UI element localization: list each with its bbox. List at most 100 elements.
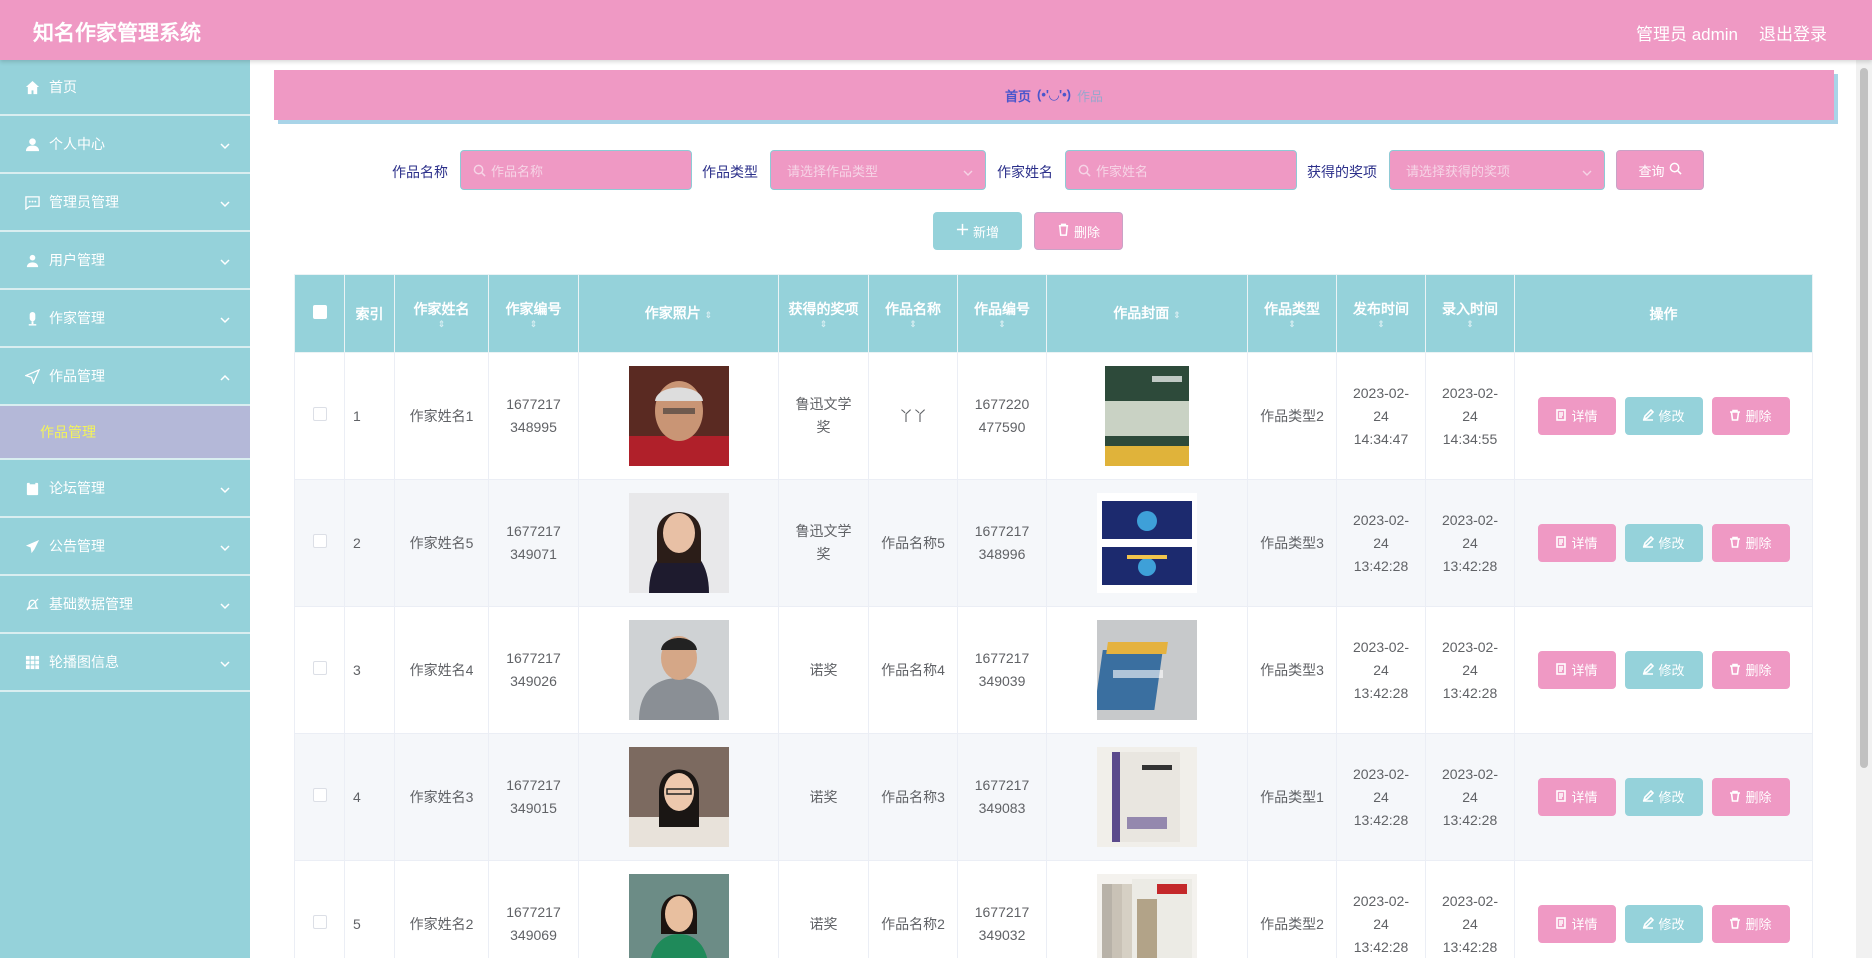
delete-button[interactable]: 删除: [1711, 524, 1790, 562]
select-all-cell[interactable]: [294, 274, 345, 353]
award-select[interactable]: 请选择获得的奖项: [1389, 150, 1605, 190]
sort-icon[interactable]: ⇕: [779, 320, 868, 329]
author-photo: [628, 366, 729, 466]
breadcrumb-home[interactable]: 首页: [1005, 86, 1031, 105]
row-checkbox[interactable]: [312, 406, 327, 421]
row-select-cell[interactable]: [294, 606, 345, 734]
query-button[interactable]: 查询: [1616, 150, 1704, 190]
sidebar-item-works-management[interactable]: 作品管理: [0, 348, 250, 406]
edit-button-label: 修改: [1658, 789, 1685, 805]
scrollbar-thumb[interactable]: [1860, 68, 1868, 768]
column-header[interactable]: 作家姓名 ⇕: [394, 274, 489, 353]
sidebar-item-forum-management[interactable]: 论坛管理: [0, 460, 250, 518]
author-photo: [628, 493, 729, 593]
work-cover: [1097, 620, 1197, 720]
sort-icon[interactable]: ⇕: [1426, 320, 1514, 329]
row-select-cell[interactable]: [294, 479, 345, 607]
pencil-icon: [1642, 659, 1658, 682]
award-label: 获得的奖项: [1307, 164, 1377, 180]
trash-icon: [1729, 786, 1745, 809]
sidebar-item-personal-center[interactable]: 个人中心: [0, 116, 250, 174]
column-header[interactable]: 作品封面 ⇕: [1046, 274, 1248, 353]
logout-link[interactable]: 退出登录: [1759, 20, 1827, 45]
sidebar-item-home[interactable]: 首页: [0, 60, 250, 116]
work-name-input[interactable]: 作品名称: [460, 150, 692, 190]
column-header: 索引: [344, 274, 395, 353]
sidebar-item-author-management[interactable]: 作家管理: [0, 290, 250, 348]
work-name-cell: 作品名称2: [868, 860, 958, 958]
vertical-scrollbar[interactable]: [1856, 60, 1872, 958]
column-header[interactable]: 发布时间 ⇕: [1336, 274, 1426, 353]
detail-button[interactable]: 详情: [1537, 905, 1616, 943]
breadcrumb-separator: (•'◡'•): [1037, 87, 1071, 102]
delete-button[interactable]: 删除: [1711, 651, 1790, 689]
sidebar: 首页 个人中心 管理员管理 用户管理 作家管理 作品管理 作品管理 论坛管理 公…: [0, 60, 250, 958]
sidebar-item-announcement-management[interactable]: 公告管理: [0, 518, 250, 576]
column-header[interactable]: 作品名称 ⇕: [868, 274, 958, 353]
add-button[interactable]: 新增: [933, 212, 1022, 250]
sort-icon[interactable]: ⇕: [1337, 320, 1425, 329]
column-header[interactable]: 作品类型 ⇕: [1247, 274, 1337, 353]
edit-button[interactable]: 修改: [1624, 651, 1703, 689]
top-header: 知名作家管理系统 管理员 admin 退出登录: [0, 0, 1872, 60]
chevron-down-icon: [1582, 166, 1592, 176]
edit-button[interactable]: 修改: [1624, 524, 1703, 562]
column-header[interactable]: 作品编号 ⇕: [957, 274, 1047, 353]
detail-button[interactable]: 详情: [1537, 524, 1616, 562]
delete-button[interactable]: 删除: [1711, 778, 1790, 816]
column-header[interactable]: 获得的奖项 ⇕: [778, 274, 869, 353]
author-photo: [628, 747, 729, 847]
work-type-cell: 作品类型2: [1247, 352, 1337, 480]
sort-icon[interactable]: ⇕: [705, 310, 713, 320]
batch-delete-button[interactable]: 删除: [1034, 212, 1123, 250]
row-select-cell[interactable]: [294, 860, 345, 958]
publish-time-cell: 2023-02-24 13:42:28: [1336, 733, 1426, 861]
author-id-cell: 1677217349026: [488, 606, 579, 734]
row-checkbox[interactable]: [312, 533, 327, 548]
sidebar-item-carousel-info[interactable]: 轮播图信息: [0, 634, 250, 692]
edit-button[interactable]: 修改: [1624, 397, 1703, 435]
detail-button[interactable]: 详情: [1537, 778, 1616, 816]
sort-icon[interactable]: ⇕: [489, 320, 578, 329]
column-header[interactable]: 作家照片 ⇕: [578, 274, 779, 353]
sidebar-item-user-management[interactable]: 用户管理: [0, 232, 250, 290]
table-row: 5 作家姓名2 1677217349069 诺奖 作品名称2 1677217349032 作…: [294, 860, 1813, 958]
work-name-cell: 作品名称5: [868, 479, 958, 607]
sidebar-item-admin-management[interactable]: 管理员管理: [0, 174, 250, 232]
row-checkbox[interactable]: [312, 660, 327, 675]
author-id-cell: 1677217349071: [488, 479, 579, 607]
sidebar-item-label: 公告管理: [49, 538, 105, 554]
sort-icon[interactable]: ⇕: [1248, 320, 1336, 329]
sort-icon[interactable]: ⇕: [395, 320, 488, 329]
row-checkbox[interactable]: [312, 787, 327, 802]
column-header[interactable]: 作家编号 ⇕: [488, 274, 579, 353]
delete-button[interactable]: 删除: [1711, 397, 1790, 435]
row-select-cell[interactable]: [294, 352, 345, 480]
detail-button-label: 详情: [1571, 535, 1598, 551]
entry-time-cell: 2023-02-24 13:42:28: [1425, 606, 1515, 734]
sort-icon[interactable]: ⇕: [958, 320, 1046, 329]
sidebar-subitem-works-management[interactable]: 作品管理: [0, 406, 250, 460]
column-header: 操作: [1514, 274, 1813, 353]
chevron-down-icon: [220, 254, 230, 266]
column-header[interactable]: 录入时间 ⇕: [1425, 274, 1515, 353]
detail-button[interactable]: 详情: [1537, 397, 1616, 435]
chevron-down-icon: [220, 656, 230, 668]
edit-button[interactable]: 修改: [1624, 778, 1703, 816]
row-select-cell[interactable]: [294, 733, 345, 861]
edit-button[interactable]: 修改: [1624, 905, 1703, 943]
plus-icon: [956, 223, 973, 239]
sort-icon[interactable]: ⇕: [869, 320, 957, 329]
select-all-checkbox[interactable]: [312, 304, 327, 319]
author-name-input[interactable]: 作家姓名: [1065, 150, 1297, 190]
delete-button[interactable]: 删除: [1711, 905, 1790, 943]
entry-time-cell: 2023-02-24 14:34:55: [1425, 352, 1515, 480]
edit-button-label: 修改: [1658, 662, 1685, 678]
table-header-row: 索引 作家姓名 ⇕ 作家编号 ⇕ 作家照片 ⇕ 获得的奖项 ⇕ 作品名称 ⇕ 作品编号 ⇕…: [294, 274, 1813, 353]
work-type-select[interactable]: 请选择作品类型: [770, 150, 986, 190]
sidebar-item-basic-data-management[interactable]: 基础数据管理: [0, 576, 250, 634]
entry-time-cell: 2023-02-24 13:42:28: [1425, 860, 1515, 958]
detail-button[interactable]: 详情: [1537, 651, 1616, 689]
row-checkbox[interactable]: [312, 914, 327, 929]
sort-icon[interactable]: ⇕: [1173, 310, 1181, 320]
